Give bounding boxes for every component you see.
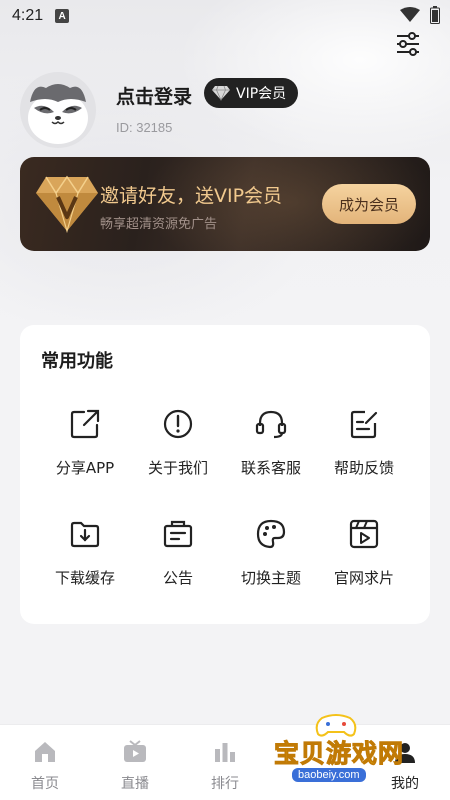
contact-support-button[interactable]: 联系客服 [220,389,322,499]
status-bar: 4:21 A [0,0,450,32]
wifi-icon [400,7,420,22]
home-icon [35,742,55,762]
status-time: 4:21 [12,7,44,24]
function-label: 下载缓存 [54,569,115,587]
ranking-icon [215,743,235,762]
become-member-button[interactable]: 成为会员 [322,184,416,224]
function-label: 联系客服 [240,459,301,477]
share-app-button[interactable]: 分享APP [34,389,136,499]
info-icon [163,409,193,439]
function-label: 公告 [162,569,193,587]
download-folder-icon [70,521,100,548]
watermark-url: baobeiy.com [292,768,366,782]
profile-header: 点击登录 VIP会员 ID: 32185 [20,72,430,152]
tab-label: 首页 [31,776,59,792]
palette-icon [256,519,286,549]
vip-promo-card[interactable]: 邀请好友，送VIP会员 畅享超清资源免广告 成为会员 [20,157,430,251]
user-id: ID: 32185 [116,120,173,135]
help-feedback-button[interactable]: 帮助反馈 [313,389,415,499]
download-cache-button[interactable]: 下载缓存 [34,499,136,609]
tab-label: 排行 [211,776,239,792]
function-label: 关于我们 [147,459,208,477]
avatar[interactable] [20,72,96,148]
vip-badge[interactable]: VIP会员 [204,78,299,108]
announcement-button[interactable]: 公告 [127,499,229,609]
function-label: 切换主题 [240,569,301,587]
login-link[interactable]: 点击登录 [116,82,192,109]
raccoon-avatar-icon [28,84,88,144]
function-label: 分享APP [55,459,115,477]
site-watermark: 宝贝游戏网 baobeiy.com [270,712,430,794]
settings-sliders-icon[interactable] [394,30,422,58]
tv-icon [124,740,146,762]
tab-home[interactable]: 首页 [0,725,90,800]
watermark-text: 宝贝游戏网 [273,739,405,769]
notification-icon: A [55,9,70,23]
tab-ranking[interactable]: 排行 [180,725,270,800]
announcement-icon [163,520,193,548]
diamond-icon [212,85,230,101]
vip-diamond-icon [36,175,98,234]
tab-label: 直播 [121,776,149,792]
function-label: 官网求片 [333,569,394,587]
tab-live[interactable]: 直播 [90,725,180,800]
vip-card-title: 邀请好友，送VIP会员 [100,185,283,207]
about-us-button[interactable]: 关于我们 [127,389,229,499]
status-icons [400,6,440,24]
vip-badge-label: VIP会员 [236,86,287,102]
share-icon [70,409,100,439]
feedback-icon [350,410,378,439]
battery-icon [430,6,440,24]
headset-icon [255,410,287,439]
switch-theme-button[interactable]: 切换主题 [220,499,322,609]
request-film-button[interactable]: 官网求片 [313,499,415,609]
vip-card-subtitle: 畅享超清资源免广告 [100,217,218,232]
common-functions-card: 常用功能 分享APP 关于我们 联系客服 帮助反馈 下载缓存 公告 切换主题 官… [20,325,430,624]
function-label: 帮助反馈 [333,459,394,477]
section-title: 常用功能 [41,351,113,372]
film-request-icon [349,519,379,549]
